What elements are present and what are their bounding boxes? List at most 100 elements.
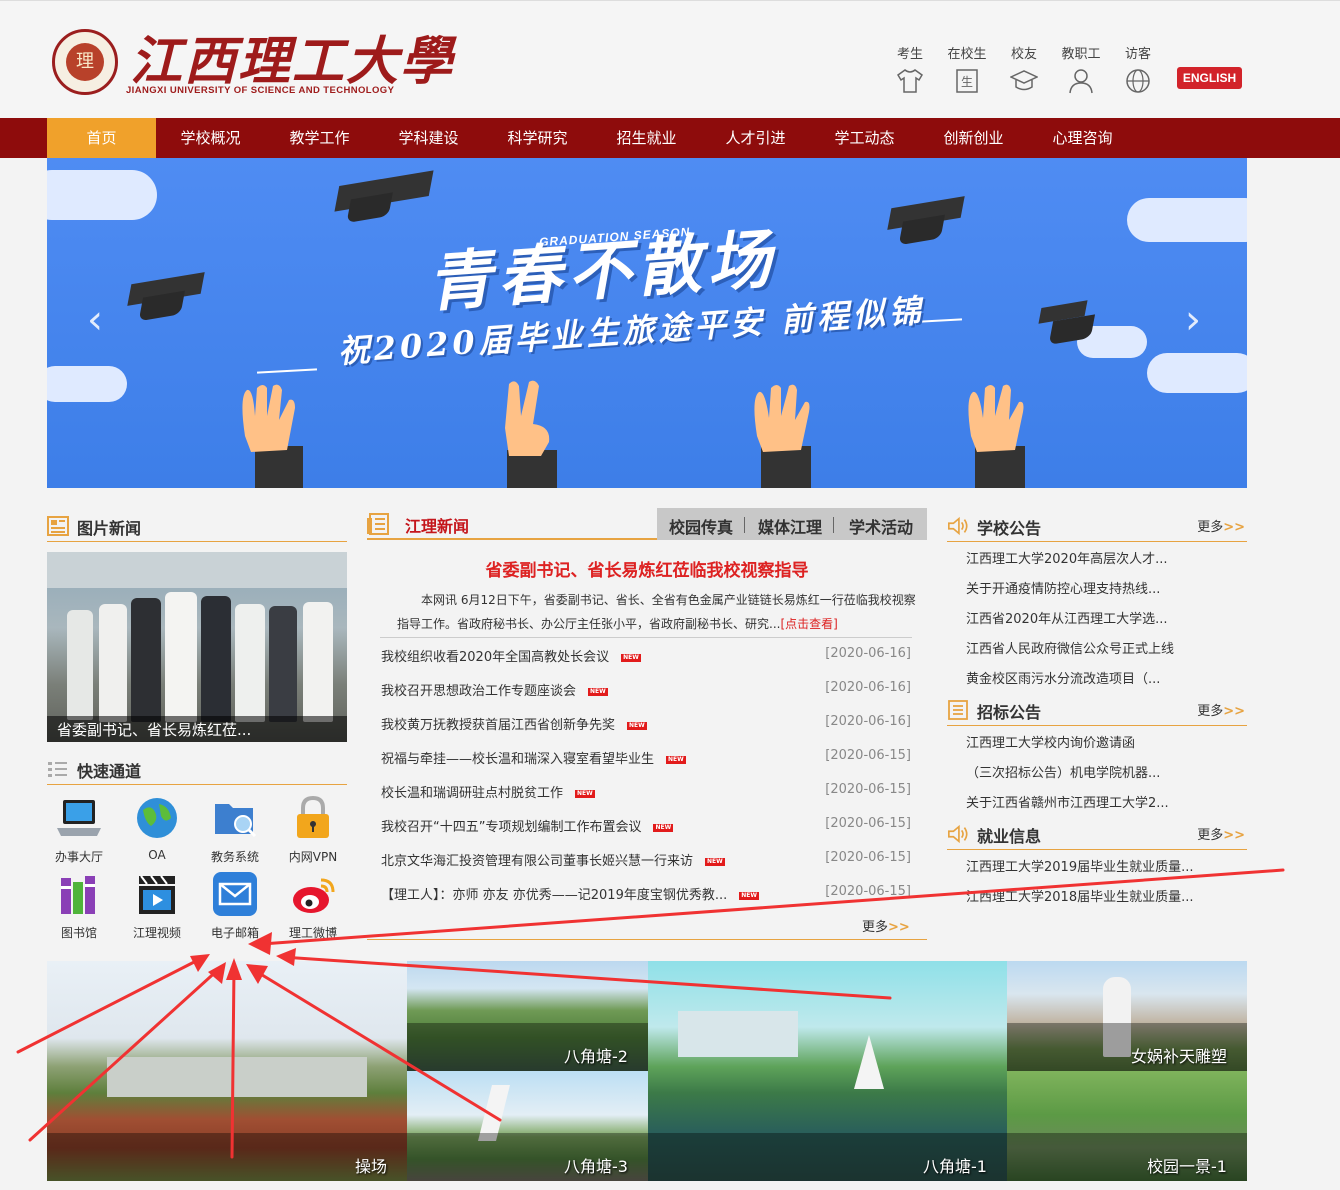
tshirt-icon	[897, 69, 923, 93]
role-label: 在校生	[947, 47, 987, 62]
read-more-link[interactable]: [点击查看]	[780, 617, 837, 631]
quick-link-weibo[interactable]: 理工微博	[282, 872, 344, 941]
news-more-link[interactable]: 更多>>	[862, 916, 910, 935]
page-root: 理 江西理工大學 JIANGXI UNIVERSITY OF SCIENCE A…	[0, 0, 1340, 1190]
person-icon	[1069, 69, 1093, 94]
quick-link-video[interactable]: 江理视频	[126, 872, 188, 941]
tab-academic[interactable]: 学术活动	[849, 514, 913, 538]
globe-icon	[137, 798, 177, 838]
new-badge: NEW	[705, 857, 725, 866]
news-date: [2020-06-16]	[825, 680, 911, 695]
hand-icon	[754, 384, 811, 488]
photo-caption-text[interactable]: 省委副书记、省长易炼红莅...	[57, 719, 251, 740]
role-faculty[interactable]: 教职工	[1056, 43, 1106, 94]
nav-item-admissions[interactable]: 招生就业	[592, 118, 701, 158]
nav-item-student-affairs[interactable]: 学工动态	[810, 118, 919, 158]
role-alumni[interactable]: 校友	[999, 43, 1049, 94]
quick-link-vpn[interactable]: 内网VPN	[282, 796, 344, 865]
clapperboard-icon	[139, 875, 175, 914]
notice-item[interactable]: 关于开通疫情防控心理支持热线...	[966, 578, 1160, 597]
cloud-shape	[47, 366, 127, 402]
nav-item-about[interactable]: 学校概况	[156, 118, 265, 158]
news-list-item[interactable]: 我校黄万抚教授获首届江西省创新争先奖 NEW [2020-06-16]	[381, 712, 911, 734]
university-logo[interactable]: 理 江西理工大學 JIANGXI UNIVERSITY OF SCIENCE A…	[52, 25, 452, 105]
tab-media[interactable]: 媒体江理	[758, 514, 822, 538]
main-nav: 首页 学校概况 教学工作 学科建设 科学研究 招生就业 人才引进 学工动态 创新…	[0, 118, 1340, 158]
newspaper-icon	[47, 516, 69, 536]
quick-link-oa[interactable]: OA	[126, 796, 188, 862]
gallery-tile-nuwa-statue[interactable]: 女娲补天雕塑	[1007, 961, 1247, 1071]
lock-icon	[297, 796, 329, 838]
news-list-item[interactable]: 校长温和瑞调研驻点村脱贫工作 NEW [2020-06-15]	[381, 780, 911, 802]
weibo-icon	[293, 878, 335, 913]
gallery-tile-playground[interactable]: 操场	[47, 961, 407, 1181]
news-list-item[interactable]: 【理工人】：亦师 亦友 亦优秀——记2019年度宝钢优秀教... NEW [2020…	[381, 882, 911, 904]
job-item[interactable]: 江西理工大学2019届毕业生就业质量...	[966, 856, 1193, 875]
photo-news-slide[interactable]: 省委副书记、省长易炼红莅... 123	[47, 552, 347, 742]
quick-link-email[interactable]: 电子邮箱	[204, 872, 266, 941]
speaker-icon	[948, 516, 968, 536]
nav-item-home[interactable]: 首页	[47, 118, 156, 158]
section-title: 江理新闻	[405, 517, 470, 536]
role-visitors[interactable]: 访客	[1113, 43, 1163, 94]
gallery-tile-bajiaotang-1[interactable]: 八角塘-1	[648, 961, 1007, 1181]
tab-campus[interactable]: 校园传真	[669, 514, 733, 538]
quick-link-service-hall[interactable]: 办事大厅	[48, 796, 110, 865]
divider	[380, 637, 912, 638]
photo-news-header: 图片新闻	[47, 510, 347, 542]
new-badge: NEW	[627, 721, 647, 730]
news-list-item[interactable]: 祝福与牵挂——校长温和瑞深入寝室看望毕业生 NEW [2020-06-15]	[381, 746, 911, 768]
notice-item[interactable]: 江西省人民政府微信公众号正式上线	[966, 638, 1174, 657]
banner-next-arrow-icon[interactable]: ›	[1185, 300, 1209, 340]
nav-item-disciplines[interactable]: 学科建设	[374, 118, 483, 158]
gallery-caption: 八角塘-3	[564, 1157, 628, 1176]
document-list-icon	[948, 700, 968, 720]
bid-item[interactable]: 关于江西省赣州市江西理工大学2...	[966, 792, 1169, 811]
hand-icon	[242, 384, 303, 488]
hero-banner[interactable]: GRADUATION SEASON 青春不散场 祝2020届毕业生旅途平安 前程…	[47, 158, 1247, 488]
news-list-item[interactable]: 北京文华海汇投资管理有限公司董事长姬兴慧一行来访 NEW [2020-06-15]	[381, 848, 911, 870]
news-date: [2020-06-15]	[825, 850, 911, 865]
quick-link-library[interactable]: 图书馆	[48, 872, 110, 941]
speaker-icon	[948, 824, 968, 844]
news-headline[interactable]: 省委副书记、省长易炼红莅临我校视察指导	[367, 556, 927, 581]
nav-item-talent[interactable]: 人才引进	[701, 118, 810, 158]
notices-more-link[interactable]: 更多>>	[1197, 516, 1245, 535]
mail-icon	[213, 872, 257, 916]
notice-item[interactable]: 江西省2020年从江西理工大学选...	[966, 608, 1167, 627]
section-title: 招标公告	[977, 703, 1042, 722]
university-seal-icon: 理	[52, 29, 118, 95]
role-label: 考生	[896, 47, 923, 62]
role-current-students[interactable]: 在校生 生	[942, 43, 992, 94]
bid-item[interactable]: （三次招标公告）机电学院机器...	[966, 762, 1160, 781]
gallery-tile-bajiaotang-3[interactable]: 八角塘-3	[407, 1071, 648, 1181]
bids-header: 招标公告 更多>>	[947, 694, 1247, 726]
nav-item-teaching[interactable]: 教学工作	[265, 118, 374, 158]
notice-item[interactable]: 黄金校区雨污水分流改造项目（...	[966, 668, 1160, 687]
banner-prev-arrow-icon[interactable]: ‹	[87, 300, 111, 340]
news-list-item[interactable]: 我校组织收看2020年全国高教处长会议 NEW [2020-06-16]	[381, 644, 911, 666]
jobs-more-link[interactable]: 更多>>	[1197, 824, 1245, 843]
gallery-caption: 校园一景-1	[1147, 1157, 1227, 1176]
section-title: 就业信息	[977, 827, 1042, 846]
gallery-tile-bajiaotang-2[interactable]: 八角塘-2	[407, 961, 648, 1071]
quick-link-academic-system[interactable]: 教务系统	[204, 796, 266, 865]
news-list-item[interactable]: 我校召开“十四五”专项规划编制工作布置会议 NEW [2020-06-15]	[381, 814, 911, 836]
news-date: [2020-06-16]	[825, 714, 911, 729]
nav-item-counseling[interactable]: 心理咨询	[1028, 118, 1137, 158]
news-list-item[interactable]: 我校召开思想政治工作专题座谈会 NEW [2020-06-16]	[381, 678, 911, 700]
english-site-button[interactable]: ENGLISH	[1177, 67, 1242, 89]
notice-item[interactable]: 江西理工大学2020年高层次人才...	[966, 548, 1167, 567]
new-badge: NEW	[588, 687, 608, 696]
news-date: [2020-06-15]	[825, 816, 911, 831]
bids-more-link[interactable]: 更多>>	[1197, 700, 1245, 719]
nav-item-innovation[interactable]: 创新创业	[919, 118, 1028, 158]
news-date: [2020-06-15]	[825, 884, 911, 899]
gallery-tile-campus-view-1[interactable]: 校园一景-1	[1007, 1071, 1247, 1181]
gallery-caption: 操场	[354, 1157, 387, 1176]
bid-item[interactable]: 江西理工大学校内询价邀请函	[966, 732, 1135, 751]
news-date: [2020-06-15]	[825, 782, 911, 797]
nav-item-research[interactable]: 科学研究	[483, 118, 592, 158]
job-item[interactable]: 江西理工大学2018届毕业生就业质量...	[966, 886, 1193, 905]
role-prospective-students[interactable]: 考生	[885, 43, 935, 94]
